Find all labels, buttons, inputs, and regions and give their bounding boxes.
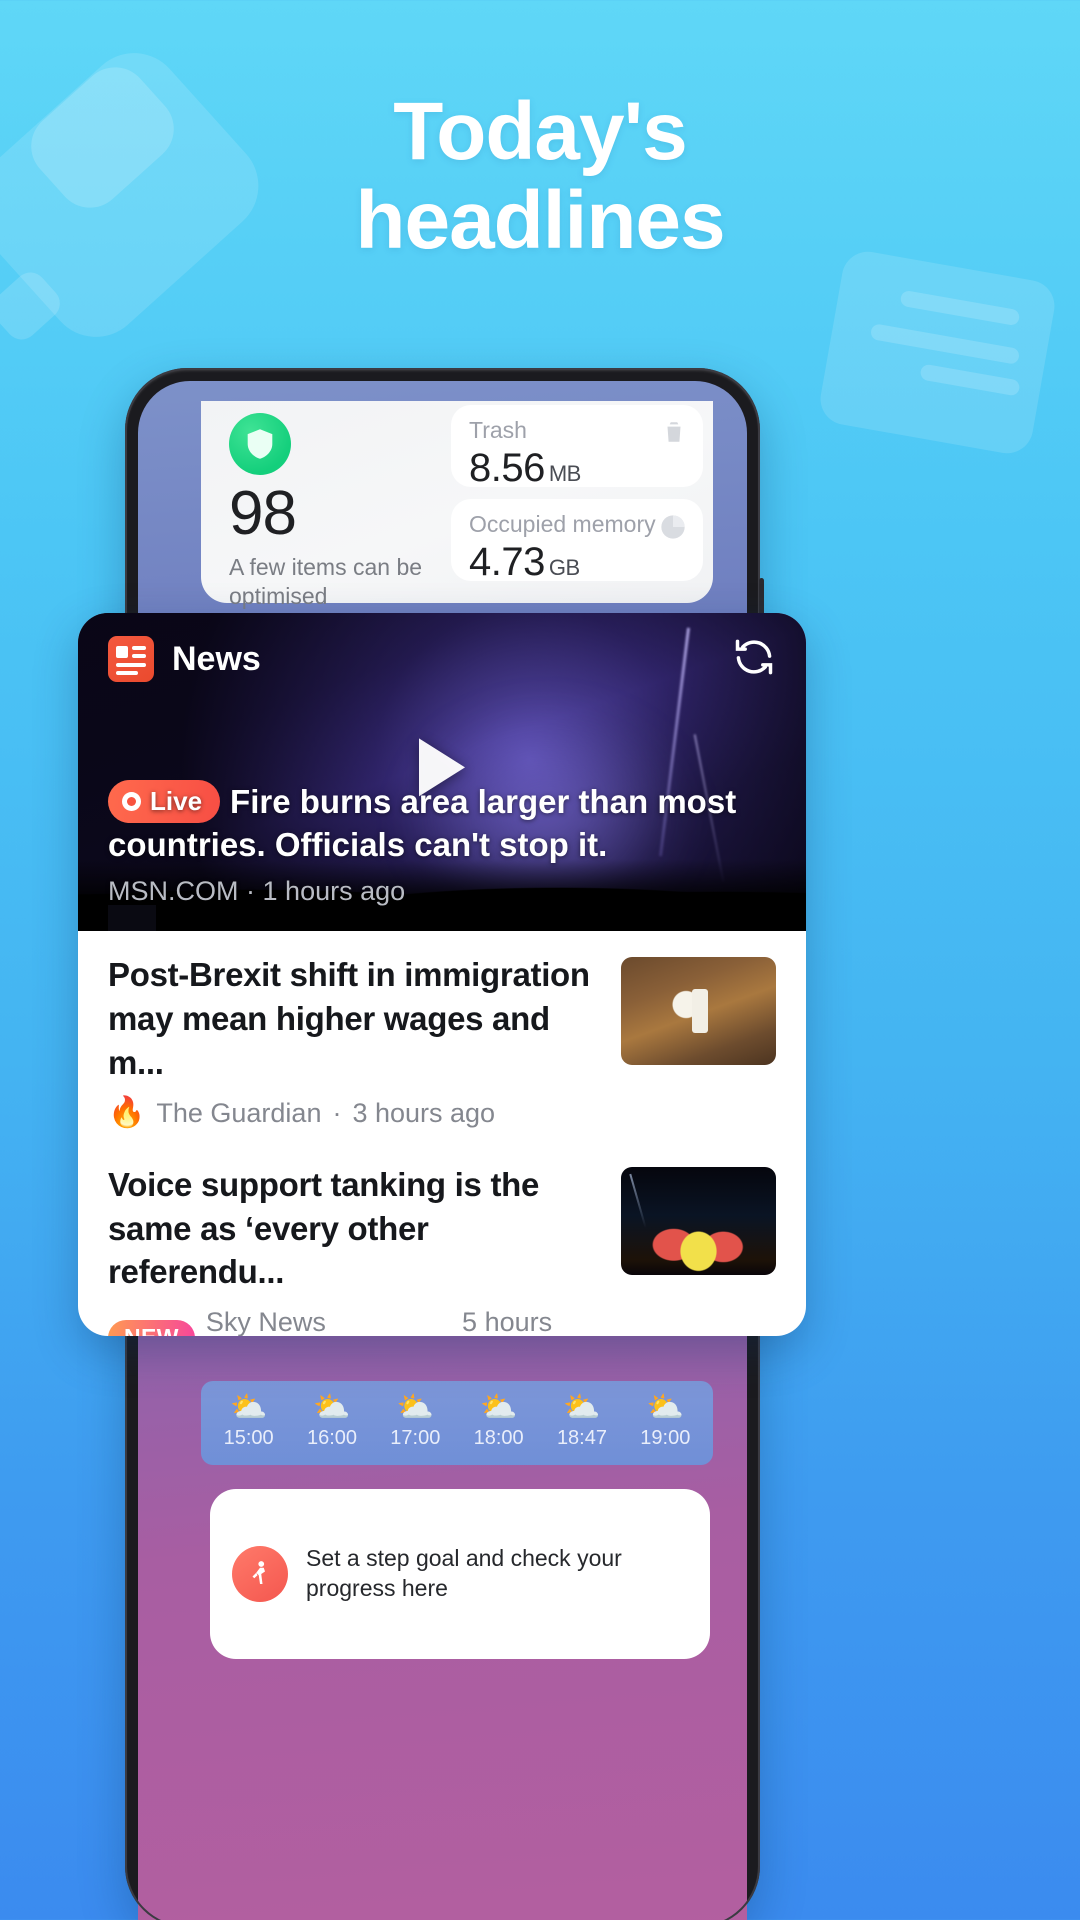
trash-value-row: 8.56 MB — [469, 446, 685, 491]
fire-icon: 🔥 — [108, 1096, 146, 1130]
deco-line — [899, 289, 1021, 327]
trash-tile[interactable]: Trash 8.56 MB — [451, 405, 703, 490]
memory-value-row: 4.73 GB — [469, 540, 685, 585]
weather-hour: ⛅ 19:00 — [640, 1390, 691, 1450]
weather-time: 15:00 — [223, 1426, 274, 1449]
security-subtitle: A few items can be optimised — [229, 554, 423, 609]
memory-value: 4.73 — [469, 540, 545, 584]
deco-line — [869, 323, 1021, 365]
weather-hour: ⛅ 15:00 — [223, 1390, 274, 1450]
article-title: Post-Brexit shift in immigration may mea… — [108, 956, 590, 1081]
step-goal-card[interactable]: Set a step goal and check your progress … — [210, 1489, 710, 1659]
partly-cloudy-icon: ⛅ — [229, 1390, 268, 1424]
news-header: News — [78, 613, 806, 705]
security-tiles: Trash 8.56 MB Occupied memory 4.73 GB — [451, 401, 713, 603]
news-hero-source: MSN.COM — [108, 876, 239, 906]
brush-tip-icon — [0, 265, 67, 347]
walking-person-icon — [232, 1546, 288, 1602]
weather-hour: ⛅ 17:00 — [390, 1390, 441, 1450]
partly-cloudy-icon: ⛅ — [646, 1390, 684, 1424]
partly-cloudy-icon: ⛅ — [479, 1390, 518, 1424]
news-hero-separator: · — [246, 876, 256, 906]
memory-label: Occupied memory — [469, 511, 656, 537]
article-content: Voice support tanking is the same as ‘ev… — [108, 1163, 601, 1336]
live-badge-label: Live — [150, 786, 203, 817]
security-score: 98 — [229, 479, 297, 548]
memory-unit: GB — [548, 555, 580, 580]
security-score-section: 98 A few items can be optimised — [201, 401, 451, 609]
news-widget[interactable]: News Live Fire burns area larger than mo… — [78, 613, 806, 1336]
step-goal-text: Set a step goal and check your progress … — [306, 1545, 622, 1601]
news-hero-text: Live Fire burns area larger than most co… — [108, 780, 782, 907]
weather-strip[interactable]: ⛅ 15:00 ⛅ 16:00 ⛅ 17:00 ⛅ 18:00 ⛅ 18:47 ⛅ 19:0… — [201, 1381, 713, 1465]
news-hero-meta: MSN.COM · 1 hours ago — [108, 876, 782, 907]
article-source: The Guardian — [156, 1097, 322, 1128]
article-time: 5 hours ago — [462, 1307, 553, 1336]
article-separator: · — [332, 1097, 342, 1128]
weather-time: 19:00 — [640, 1426, 691, 1449]
live-dot-icon — [122, 791, 141, 811]
article-thumbnail — [621, 957, 776, 1065]
shield-icon — [229, 413, 291, 475]
partly-cloudy-icon: ⛅ — [563, 1390, 601, 1424]
partly-cloudy-icon: ⛅ — [313, 1390, 351, 1424]
pie-chart-icon — [659, 513, 687, 546]
article-meta: NEW Sky News Australia · 5 hours ago — [108, 1307, 601, 1336]
trash-unit: MB — [548, 461, 582, 486]
weather-hour: ⛅ 18:47 — [556, 1390, 607, 1450]
weather-time: 18:00 — [473, 1426, 524, 1449]
article-thumbnail — [621, 1166, 776, 1275]
hero-bottom-block — [108, 905, 156, 931]
deco-line — [919, 363, 1021, 397]
article-time: 3 hours ago — [352, 1097, 496, 1128]
news-hero[interactable]: News Live Fire burns area larger than mo… — [78, 613, 806, 931]
live-badge: Live — [108, 780, 221, 824]
refresh-icon[interactable] — [732, 635, 776, 684]
security-card[interactable]: 98 A few items can be optimised Trash 8.… — [201, 401, 713, 609]
weather-time: 18:47 — [556, 1426, 607, 1449]
memory-tile[interactable]: Occupied memory 4.73 GB — [451, 499, 703, 584]
news-sheet-icon — [816, 247, 1059, 458]
trash-icon — [661, 419, 687, 450]
new-badge: NEW — [108, 1320, 195, 1336]
news-icon — [108, 636, 154, 682]
page-title: Today's headlines — [0, 86, 1080, 266]
news-widget-title: News — [172, 639, 261, 678]
news-article-row[interactable]: Post-Brexit shift in immigration may mea… — [78, 931, 806, 1133]
article-source: Sky News Australia — [205, 1307, 326, 1336]
article-content: Post-Brexit shift in immigration may mea… — [108, 953, 601, 1129]
trash-value: 8.56 — [469, 446, 545, 490]
weather-time: 17:00 — [390, 1426, 441, 1449]
headline-line-1: Today's — [393, 86, 688, 177]
partly-cloudy-icon: ⛅ — [396, 1390, 434, 1424]
trash-label: Trash — [469, 417, 527, 443]
article-title: Voice support tanking is the same as ‘ev… — [108, 1165, 540, 1291]
article-separator: · — [442, 1323, 451, 1336]
headline-line-2: headlines — [355, 174, 725, 266]
weather-hour: ⛅ 16:00 — [306, 1390, 358, 1450]
news-hero-headline-row: Live Fire burns area larger than most co… — [108, 780, 782, 867]
news-hero-time: 1 hours ago — [262, 876, 406, 906]
news-article-row[interactable]: Voice support tanking is the same as ‘ev… — [78, 1133, 806, 1336]
weather-hour: ⛅ 18:00 — [473, 1390, 524, 1450]
article-meta: 🔥 The Guardian · 3 hours ago — [108, 1098, 601, 1129]
weather-time: 16:00 — [306, 1426, 358, 1449]
